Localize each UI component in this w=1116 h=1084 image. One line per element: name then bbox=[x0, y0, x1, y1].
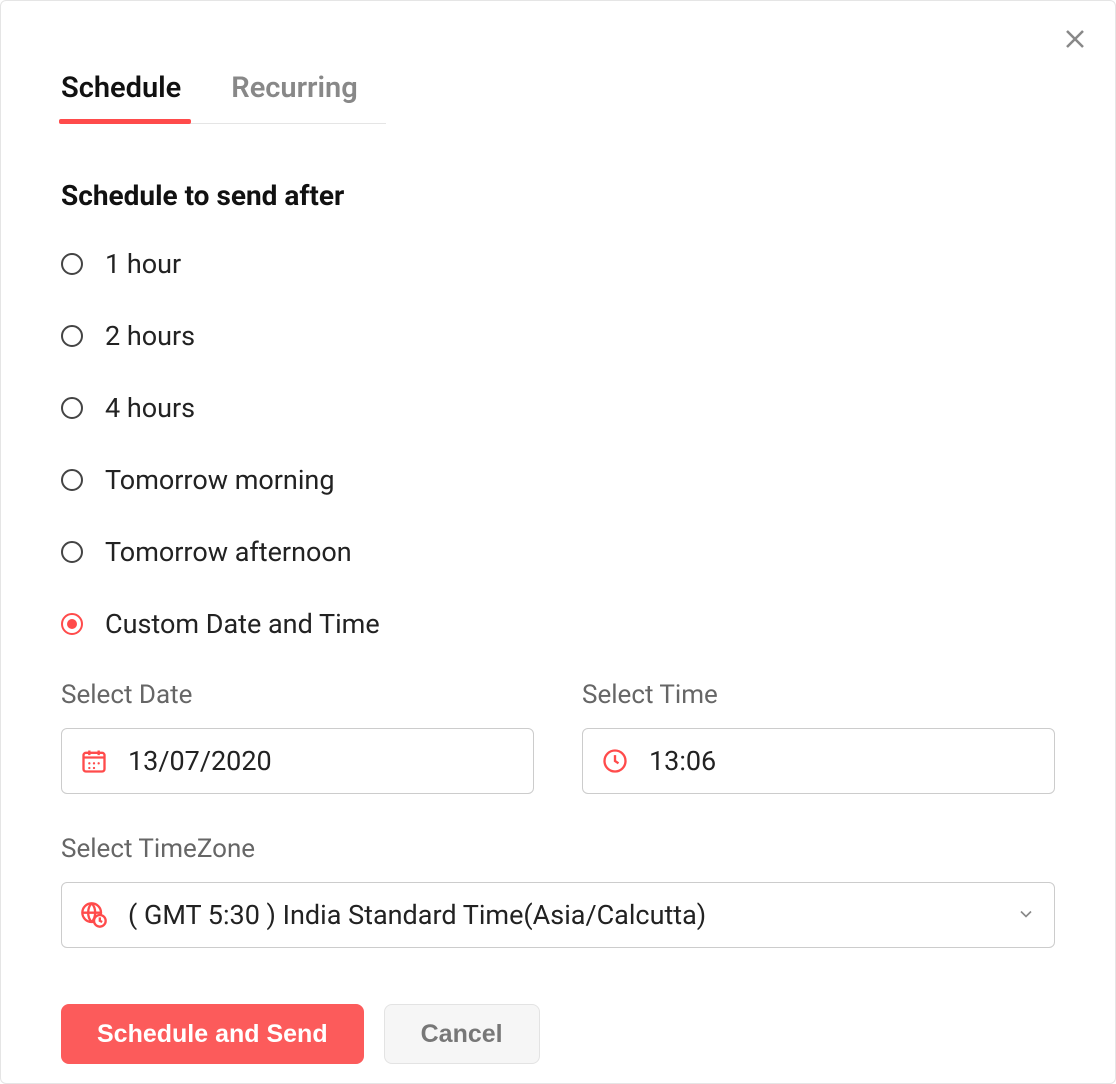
timezone-label: Select TimeZone bbox=[61, 834, 1055, 864]
date-time-row: Select Date 13/07/2020 bbox=[61, 680, 1055, 794]
tab-schedule[interactable]: Schedule bbox=[61, 71, 181, 123]
time-input[interactable]: 13:06 bbox=[582, 728, 1055, 794]
timezone-field: Select TimeZone ( GMT 5:30 ) India Stand… bbox=[61, 834, 1055, 948]
time-label: Select Time bbox=[582, 680, 1055, 710]
clock-icon bbox=[601, 747, 629, 775]
radio-icon bbox=[61, 469, 83, 491]
radio-label: Custom Date and Time bbox=[105, 608, 380, 640]
radio-4-hours[interactable]: 4 hours bbox=[61, 392, 1055, 424]
radio-label: 1 hour bbox=[105, 248, 181, 280]
schedule-options: 1 hour 2 hours 4 hours Tomorrow morning … bbox=[61, 248, 1055, 640]
radio-label: 2 hours bbox=[105, 320, 195, 352]
close-button[interactable] bbox=[1059, 25, 1091, 57]
action-buttons: Schedule and Send Cancel bbox=[61, 1004, 1055, 1064]
globe-clock-icon bbox=[80, 901, 108, 929]
radio-label: Tomorrow morning bbox=[105, 464, 334, 496]
time-field: Select Time 13:06 bbox=[582, 680, 1055, 794]
timezone-select[interactable]: ( GMT 5:30 ) India Standard Time(Asia/Ca… bbox=[61, 882, 1055, 948]
radio-label: Tomorrow afternoon bbox=[105, 536, 352, 568]
tab-recurring[interactable]: Recurring bbox=[231, 71, 357, 123]
section-title: Schedule to send after bbox=[61, 179, 1055, 212]
chevron-down-icon bbox=[1016, 899, 1036, 931]
radio-1-hour[interactable]: 1 hour bbox=[61, 248, 1055, 280]
radio-tomorrow-morning[interactable]: Tomorrow morning bbox=[61, 464, 1055, 496]
radio-label: 4 hours bbox=[105, 392, 195, 424]
radio-2-hours[interactable]: 2 hours bbox=[61, 320, 1055, 352]
radio-icon bbox=[61, 541, 83, 563]
radio-custom-date-time[interactable]: Custom Date and Time bbox=[61, 608, 1055, 640]
date-input[interactable]: 13/07/2020 bbox=[61, 728, 534, 794]
radio-icon bbox=[61, 397, 83, 419]
cancel-button[interactable]: Cancel bbox=[384, 1004, 540, 1064]
time-value: 13:06 bbox=[649, 745, 1036, 777]
radio-icon bbox=[61, 325, 83, 347]
date-label: Select Date bbox=[61, 680, 534, 710]
calendar-icon bbox=[80, 747, 108, 775]
radio-icon bbox=[61, 613, 83, 635]
close-icon bbox=[1063, 27, 1087, 55]
radio-tomorrow-afternoon[interactable]: Tomorrow afternoon bbox=[61, 536, 1055, 568]
date-field: Select Date 13/07/2020 bbox=[61, 680, 534, 794]
date-value: 13/07/2020 bbox=[128, 745, 515, 777]
schedule-modal: Schedule Recurring Schedule to send afte… bbox=[0, 0, 1116, 1084]
schedule-send-button[interactable]: Schedule and Send bbox=[61, 1004, 364, 1064]
timezone-value: ( GMT 5:30 ) India Standard Time(Asia/Ca… bbox=[128, 899, 1016, 931]
tabs: Schedule Recurring bbox=[61, 71, 386, 124]
radio-icon bbox=[61, 253, 83, 275]
